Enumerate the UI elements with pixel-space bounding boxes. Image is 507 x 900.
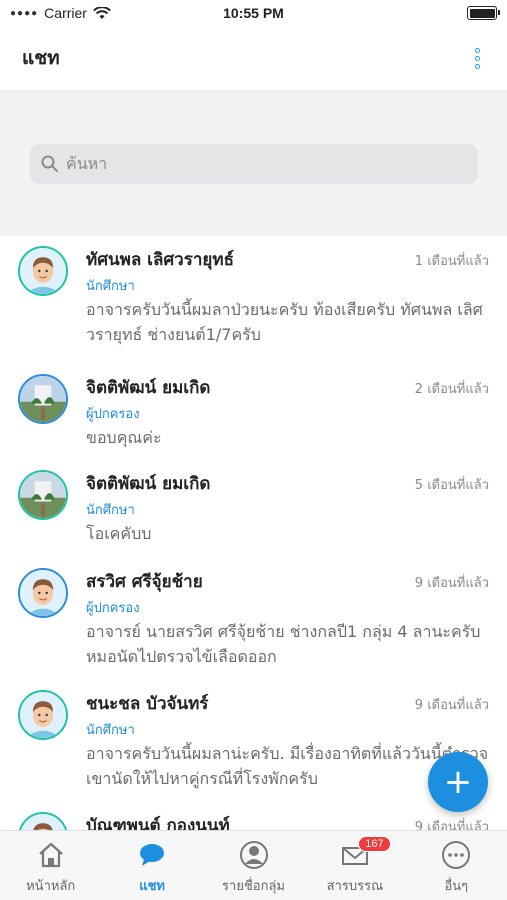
tab-label: สารบรรณ <box>326 879 384 894</box>
tab-bar: หน้าหลัก แชท รายชื่อกลุ่ม 167 สารบรรณ อื… <box>0 830 507 900</box>
chat-item[interactable]: จิตติพัฒน์ ยมเกิด 5 เดือนที่แล้ว นักศึกษ… <box>0 460 507 558</box>
chat-time: 9 เดือนที่แล้ว <box>414 576 489 591</box>
more-icon <box>440 839 472 871</box>
chat-time: 9 เดือนที่แล้ว <box>414 820 489 830</box>
search-icon <box>41 155 58 172</box>
avatar <box>18 246 68 296</box>
chat-body: ทัศนพล เลิศวรายุทธ์ 1 เดือนที่แล้ว นักศึ… <box>86 246 489 354</box>
chat-header-row: จิตติพัฒน์ ยมเกิด 2 เดือนที่แล้ว <box>86 374 489 401</box>
status-left: ●●●● Carrier <box>10 5 111 21</box>
chat-body: บัณฑพนต์ กองนนท์ 9 เดือนที่แล้ว <box>86 812 489 830</box>
search-input[interactable]: ค้นหา <box>30 144 478 184</box>
tab-groups[interactable]: รายชื่อกลุ่ม <box>203 831 304 900</box>
tab-home[interactable]: หน้าหลัก <box>0 831 101 900</box>
chat-header-row: สรวิศ ศรีจุ้ยช้าย 9 เดือนที่แล้ว <box>86 568 489 595</box>
tab-mail[interactable]: 167 สารบรรณ <box>304 831 405 900</box>
avatar <box>18 812 68 830</box>
avatar <box>18 470 68 520</box>
chat-item[interactable]: จิตติพัฒน์ ยมเกิด 2 เดือนที่แล้ว ผู้ปกคร… <box>0 364 507 460</box>
chat-item[interactable]: สรวิศ ศรีจุ้ยช้าย 9 เดือนที่แล้ว ผู้ปกคร… <box>0 558 507 680</box>
avatar-face-icon <box>20 248 66 294</box>
chat-role: นักศึกษา <box>86 723 135 738</box>
chat-message: โอเคคับบ <box>86 524 152 543</box>
chat-icon <box>136 839 168 871</box>
home-icon <box>35 839 67 871</box>
tab-label: หน้าหลัก <box>26 879 76 894</box>
chat-name: จิตติพัฒน์ ยมเกิด <box>86 378 211 398</box>
avatar-face-icon <box>20 570 66 616</box>
chat-role: ผู้ปกครอง <box>86 601 140 616</box>
more-options-icon[interactable] <box>469 47 485 69</box>
tab-more[interactable]: อื่นๆ <box>406 831 507 900</box>
new-chat-button[interactable]: + <box>428 752 488 812</box>
chat-role: นักศึกษา <box>86 279 135 294</box>
app-header: แชท <box>0 26 507 90</box>
chat-name: สรวิศ ศรีจุ้ยช้าย <box>86 572 203 592</box>
tab-label: รายชื่อกลุ่ม <box>222 879 285 894</box>
chat-name: บัณฑพนต์ กองนนท์ <box>86 816 230 830</box>
chat-message: ขอบคุณค่ะ <box>86 428 162 447</box>
chat-time: 1 เดือนที่แล้ว <box>414 254 489 269</box>
chat-header-row: จิตติพัฒน์ ยมเกิด 5 เดือนที่แล้ว <box>86 470 489 497</box>
avatar-photo-icon <box>20 472 66 518</box>
chat-header-row: ทัศนพล เลิศวรายุทธ์ 1 เดือนที่แล้ว <box>86 246 489 273</box>
chat-name: ชนะชล บัวจันทร์ <box>86 694 209 714</box>
carrier-label: Carrier <box>44 5 87 21</box>
unread-badge: 167 <box>358 836 391 852</box>
search-area: ค้นหา <box>0 90 507 236</box>
chat-list: ทัศนพล เลิศวรายุทธ์ 1 เดือนที่แล้ว นักศึ… <box>0 236 507 830</box>
chat-time: 9 เดือนที่แล้ว <box>414 698 489 713</box>
signal-icon: ●●●● <box>10 7 39 19</box>
avatar <box>18 690 68 740</box>
chat-role: ผู้ปกครอง <box>86 407 140 422</box>
chat-body: จิตติพัฒน์ ยมเกิด 2 เดือนที่แล้ว ผู้ปกคร… <box>86 374 489 450</box>
chat-item[interactable]: ทัศนพล เลิศวรายุทธ์ 1 เดือนที่แล้ว นักศึ… <box>0 236 507 364</box>
page-title: แชท <box>22 47 60 69</box>
chat-header-row: บัณฑพนต์ กองนนท์ 9 เดือนที่แล้ว <box>86 812 489 830</box>
battery-icon <box>467 6 500 20</box>
chat-header-row: ชนะชล บัวจันทร์ 9 เดือนที่แล้ว <box>86 690 489 717</box>
avatar-face-icon <box>20 814 66 830</box>
avatar <box>18 568 68 618</box>
chat-time: 5 เดือนที่แล้ว <box>414 478 489 493</box>
avatar <box>18 374 68 424</box>
chat-message: อาจารครับวันนี้ผมลาป่วยนะครับ ท้องเสียคร… <box>86 300 483 344</box>
chat-body: จิตติพัฒน์ ยมเกิด 5 เดือนที่แล้ว นักศึกษ… <box>86 470 489 548</box>
avatar-face-icon <box>20 692 66 738</box>
chat-item[interactable]: บัณฑพนต์ กองนนท์ 9 เดือนที่แล้ว <box>0 802 507 830</box>
tab-chat[interactable]: แชท <box>101 831 202 900</box>
search-placeholder: ค้นหา <box>66 153 108 173</box>
person-icon <box>238 839 270 871</box>
wifi-icon <box>93 6 111 19</box>
chat-message: อาจารย์ นายสรวิศ ศรีจุ้ยช้าย ช่างกลปี1 ก… <box>86 622 481 666</box>
chat-name: ทัศนพล เลิศวรายุทธ์ <box>86 250 234 270</box>
chat-name: จิตติพัฒน์ ยมเกิด <box>86 474 211 494</box>
status-bar: ●●●● Carrier 10:55 PM <box>0 0 507 26</box>
plus-icon: + <box>443 762 473 802</box>
tab-label: อื่นๆ <box>444 879 469 894</box>
avatar-photo-icon <box>20 376 66 422</box>
tab-label: แชท <box>139 879 165 894</box>
chat-role: นักศึกษา <box>86 503 135 518</box>
chat-time: 2 เดือนที่แล้ว <box>414 382 489 397</box>
chat-body: สรวิศ ศรีจุ้ยช้าย 9 เดือนที่แล้ว ผู้ปกคร… <box>86 568 489 670</box>
